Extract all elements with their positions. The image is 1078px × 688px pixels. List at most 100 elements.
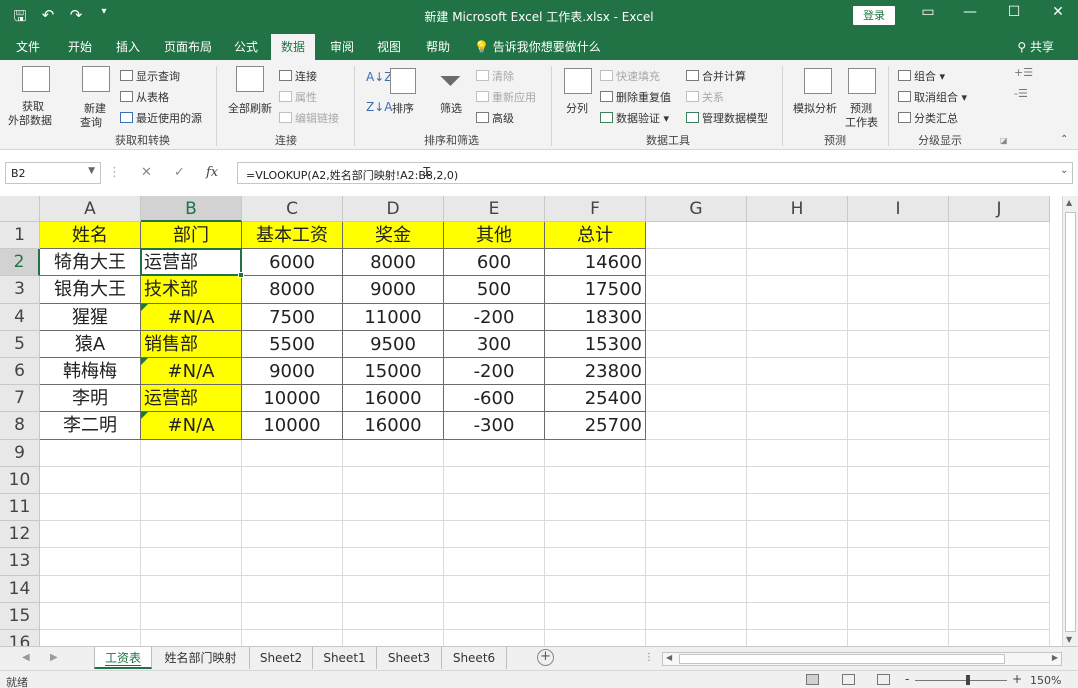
cell-F1[interactable]: 总计	[545, 222, 646, 249]
recent-sources-button[interactable]: 最近使用的源	[120, 110, 202, 126]
cell-E3[interactable]: 500	[444, 276, 545, 303]
cell-E6[interactable]: -200	[444, 358, 545, 385]
cell-C13[interactable]	[242, 548, 343, 575]
cell-I10[interactable]	[848, 467, 949, 494]
cell-G4[interactable]	[646, 304, 747, 331]
cell-B11[interactable]	[141, 494, 242, 521]
reapply-button[interactable]: 重新应用	[476, 89, 536, 105]
cell-J13[interactable]	[949, 548, 1050, 575]
group-button[interactable]: 组合 ▾	[898, 68, 945, 84]
cell-D1[interactable]: 奖金	[343, 222, 444, 249]
sheet-tab-name-dept-map[interactable]: 姓名部门映射	[152, 647, 250, 669]
enter-icon[interactable]: ✓	[174, 165, 185, 180]
manage-data-model-button[interactable]: 管理数据模型	[686, 110, 768, 126]
scroll-right-icon[interactable]: ▶	[1052, 653, 1058, 662]
cancel-icon[interactable]: ✕	[141, 165, 152, 180]
cell-H11[interactable]	[747, 494, 848, 521]
ribbon-display-options-icon[interactable]: ▭	[913, 4, 943, 20]
show-queries-button[interactable]: 显示查询	[120, 68, 180, 84]
cell-A9[interactable]	[40, 440, 141, 467]
cell-G9[interactable]	[646, 440, 747, 467]
cell-A13[interactable]	[40, 548, 141, 575]
cell-F11[interactable]	[545, 494, 646, 521]
cell-H6[interactable]	[747, 358, 848, 385]
column-header[interactable]: J	[949, 196, 1050, 222]
forecast-sheet-label[interactable]: 工作表	[845, 114, 878, 130]
horizontal-scrollbar[interactable]: ◀ ▶	[662, 652, 1062, 666]
cell-F15[interactable]	[545, 603, 646, 630]
cell-H4[interactable]	[747, 304, 848, 331]
vertical-scrollbar[interactable]: ▲ ▼	[1062, 196, 1078, 646]
cell-J15[interactable]	[949, 603, 1050, 630]
tab-home[interactable]: 开始	[68, 38, 92, 55]
row-header[interactable]: 14	[0, 576, 40, 603]
vertical-scroll-thumb[interactable]	[1065, 212, 1076, 632]
cell-G5[interactable]	[646, 331, 747, 358]
insert-function-icon[interactable]: fx	[206, 165, 218, 180]
cell-G1[interactable]	[646, 222, 747, 249]
cell-E5[interactable]: 300	[444, 331, 545, 358]
zoom-in-button[interactable]: +	[1012, 672, 1022, 686]
cell-C16[interactable]	[242, 630, 343, 646]
cell-I14[interactable]	[848, 576, 949, 603]
cell-H3[interactable]	[747, 276, 848, 303]
column-header[interactable]: E	[444, 196, 545, 222]
cell-H8[interactable]	[747, 412, 848, 439]
cell-G7[interactable]	[646, 385, 747, 412]
expand-formula-bar-icon[interactable]: ⌄	[1060, 165, 1068, 176]
cell-J6[interactable]	[949, 358, 1050, 385]
sort-descending-icon[interactable]: Z↓A	[366, 100, 392, 114]
cell-H13[interactable]	[747, 548, 848, 575]
cell-I15[interactable]	[848, 603, 949, 630]
column-header[interactable]: F	[545, 196, 646, 222]
row-header[interactable]: 10	[0, 467, 40, 494]
cell-F10[interactable]	[545, 467, 646, 494]
cell-B2[interactable]: 运营部	[141, 249, 242, 276]
cell-J10[interactable]	[949, 467, 1050, 494]
sheet-tab-sheet2[interactable]: Sheet2	[250, 647, 313, 669]
from-table-button[interactable]: 从表格	[120, 89, 169, 105]
cell-F4[interactable]: 18300	[545, 304, 646, 331]
sort-ascending-icon[interactable]: A↓Z	[366, 70, 392, 84]
name-box[interactable]: B2 ▼	[5, 162, 101, 184]
cell-C5[interactable]: 5500	[242, 331, 343, 358]
cell-H16[interactable]	[747, 630, 848, 646]
cell-D3[interactable]: 9000	[343, 276, 444, 303]
cell-C14[interactable]	[242, 576, 343, 603]
cell-I9[interactable]	[848, 440, 949, 467]
cell-G8[interactable]	[646, 412, 747, 439]
cell-A1[interactable]: 姓名	[40, 222, 141, 249]
cell-F2[interactable]: 14600	[545, 249, 646, 276]
cell-I11[interactable]	[848, 494, 949, 521]
scroll-down-icon[interactable]: ▼	[1066, 635, 1072, 644]
zoom-slider[interactable]	[915, 680, 1007, 681]
sheet-tab-sheet1[interactable]: Sheet1	[313, 647, 377, 669]
cell-J8[interactable]	[949, 412, 1050, 439]
data-validation-button[interactable]: 数据验证 ▾	[600, 110, 669, 126]
cell-B8[interactable]: #N/A	[141, 412, 242, 439]
cell-G6[interactable]	[646, 358, 747, 385]
cell-A12[interactable]	[40, 521, 141, 548]
dialog-launcher-icon[interactable]: ◪	[1000, 136, 1008, 145]
column-header[interactable]: G	[646, 196, 747, 222]
cell-G10[interactable]	[646, 467, 747, 494]
cell-B10[interactable]	[141, 467, 242, 494]
cell-E2[interactable]: 600	[444, 249, 545, 276]
tab-split-handle-icon[interactable]: ⋮	[644, 652, 654, 663]
sort-button[interactable]: 排序	[392, 100, 414, 116]
cell-E11[interactable]	[444, 494, 545, 521]
cell-I4[interactable]	[848, 304, 949, 331]
ungroup-button[interactable]: 取消组合 ▾	[898, 89, 967, 105]
cell-E4[interactable]: -200	[444, 304, 545, 331]
cell-C7[interactable]: 10000	[242, 385, 343, 412]
cell-B16[interactable]	[141, 630, 242, 646]
properties-button[interactable]: 属性	[279, 89, 317, 105]
share-button[interactable]: ⚲ 共享	[1017, 38, 1054, 55]
sheet-tab-sheet6[interactable]: Sheet6	[442, 647, 507, 669]
cell-I8[interactable]	[848, 412, 949, 439]
remove-duplicates-button[interactable]: 删除重复值	[600, 89, 671, 105]
cell-D15[interactable]	[343, 603, 444, 630]
hide-detail-icon[interactable]: -☰	[1014, 87, 1028, 100]
subtotal-button[interactable]: 分类汇总	[898, 110, 958, 126]
what-if-analysis-button[interactable]: 模拟分析	[793, 100, 837, 116]
